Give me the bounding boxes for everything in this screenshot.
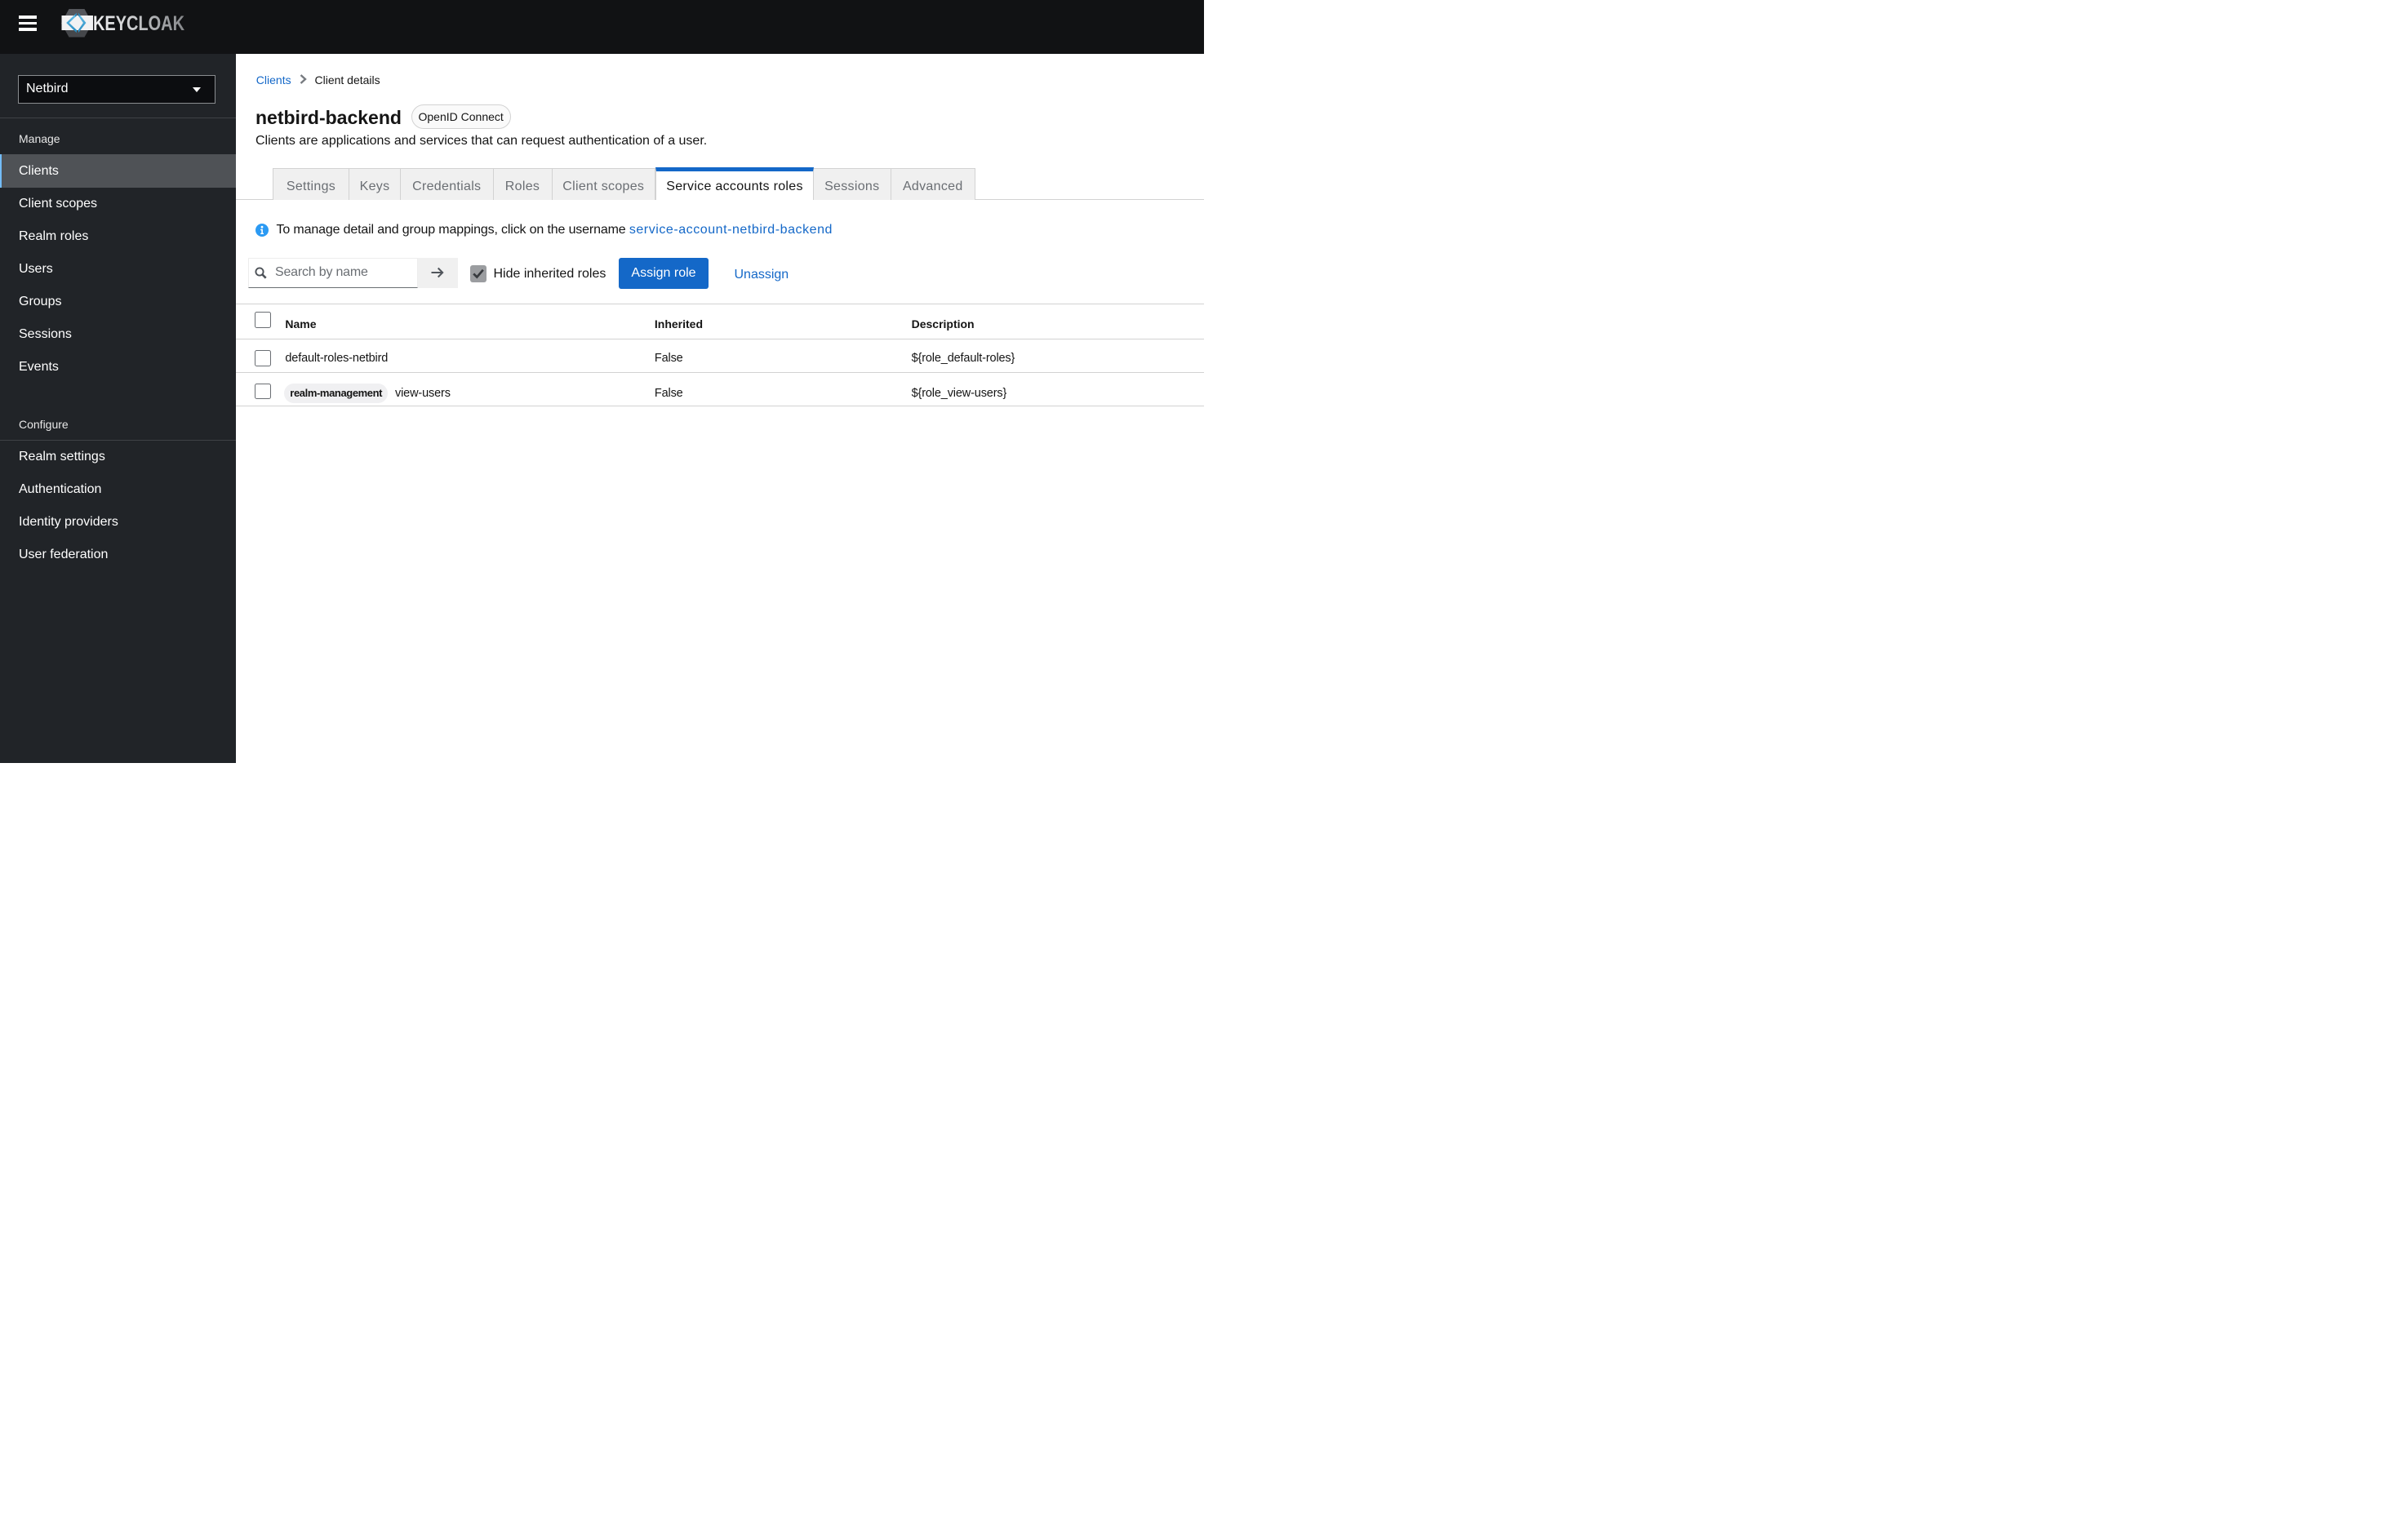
svg-text:KEYCLOAK: KEYCLOAK	[93, 12, 184, 35]
